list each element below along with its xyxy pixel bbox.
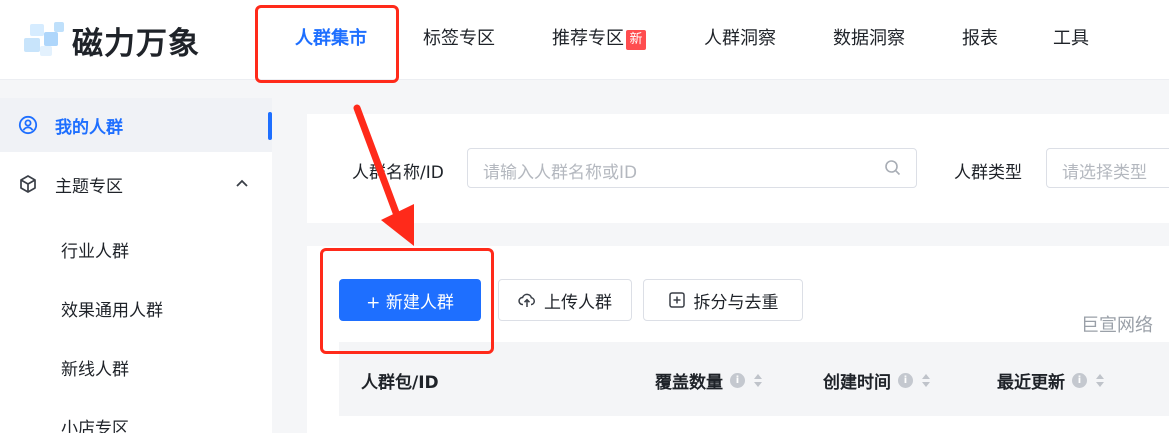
nav-tab-data-insight[interactable]: 数据洞察 <box>833 27 905 51</box>
column-label: 创建时间 <box>823 373 891 393</box>
annotation-highlight-create-button <box>320 248 494 354</box>
audience-search-input[interactable]: 请输入人群名称或ID <box>467 148 917 188</box>
info-icon[interactable]: i <box>1072 373 1087 388</box>
cloud-upload-icon <box>518 291 536 309</box>
top-navigation-bar: 磁力万象 人群集市 标签专区 推荐专区新 人群洞察 数据洞察 报表 工具 <box>0 0 1169 80</box>
new-badge: 新 <box>626 30 646 50</box>
nav-tab-audience-insight[interactable]: 人群洞察 <box>704 27 776 51</box>
watermark-text: 巨宣网络 <box>1081 315 1153 336</box>
nav-tab-reports[interactable]: 报表 <box>962 27 998 51</box>
split-dedupe-icon <box>668 291 686 309</box>
sidebar-subitem-general-effect[interactable]: 效果通用人群 <box>61 296 163 321</box>
column-label: 人群包/ID <box>361 373 439 393</box>
sidebar-subitem-industry[interactable]: 行业人群 <box>61 237 129 262</box>
active-indicator <box>268 112 272 140</box>
brand-logo[interactable]: 磁力万象 <box>18 18 200 62</box>
nav-tab-recommend-zone[interactable]: 推荐专区新 <box>552 27 646 51</box>
info-icon[interactable]: i <box>898 373 913 388</box>
cube-icon <box>18 174 38 194</box>
split-dedupe-button[interactable]: 拆分与去重 <box>643 279 803 321</box>
nav-tab-tools[interactable]: 工具 <box>1053 27 1089 51</box>
audience-name-label: 人群名称/ID <box>352 163 444 183</box>
column-created-time[interactable]: 创建时间 i <box>823 368 930 393</box>
search-placeholder: 请输入人群名称或ID <box>483 163 638 183</box>
sort-icon[interactable] <box>754 374 762 387</box>
nav-tab-recommend-label: 推荐专区 <box>552 28 624 49</box>
logo-mark-icon <box>18 20 70 60</box>
sidebar: 我的人群 主题专区 行业人群 效果通用人群 新线人群 小店专区 <box>0 98 272 433</box>
sidebar-item-label: 我的人群 <box>55 117 123 138</box>
search-icon[interactable] <box>884 159 902 177</box>
sort-icon[interactable] <box>1096 374 1104 387</box>
column-coverage[interactable]: 覆盖数量 i <box>655 368 762 393</box>
sidebar-subitem-new-line[interactable]: 新线人群 <box>61 355 129 380</box>
column-label: 最近更新 <box>997 373 1065 393</box>
info-icon[interactable]: i <box>730 373 745 388</box>
user-circle-icon <box>18 115 38 135</box>
sidebar-item-label: 主题专区 <box>55 176 123 197</box>
sidebar-subitem-shop-zone[interactable]: 小店专区 <box>61 414 129 433</box>
audience-type-select[interactable]: 请选择类型 <box>1046 148 1169 188</box>
filter-panel: 人群名称/ID 请输入人群名称或ID 人群类型 请选择类型 <box>307 114 1169 223</box>
column-audience-id[interactable]: 人群包/ID <box>361 368 439 393</box>
chevron-up-icon[interactable] <box>234 175 250 191</box>
upload-audience-label: 上传人群 <box>544 292 612 313</box>
audience-type-label: 人群类型 <box>954 163 1022 183</box>
brand-name: 磁力万象 <box>72 25 200 62</box>
sidebar-item-theme-zone[interactable]: 主题专区 <box>0 157 272 211</box>
sort-icon[interactable] <box>922 374 930 387</box>
annotation-highlight-nav-tab <box>255 5 399 83</box>
nav-tab-tag-zone[interactable]: 标签专区 <box>423 27 495 51</box>
column-last-updated[interactable]: 最近更新 i <box>997 368 1104 393</box>
type-placeholder: 请选择类型 <box>1062 163 1147 183</box>
sidebar-item-my-audience[interactable]: 我的人群 <box>0 98 272 152</box>
split-dedupe-label: 拆分与去重 <box>693 292 779 313</box>
upload-audience-button[interactable]: 上传人群 <box>498 279 632 321</box>
column-label: 覆盖数量 <box>655 373 723 393</box>
